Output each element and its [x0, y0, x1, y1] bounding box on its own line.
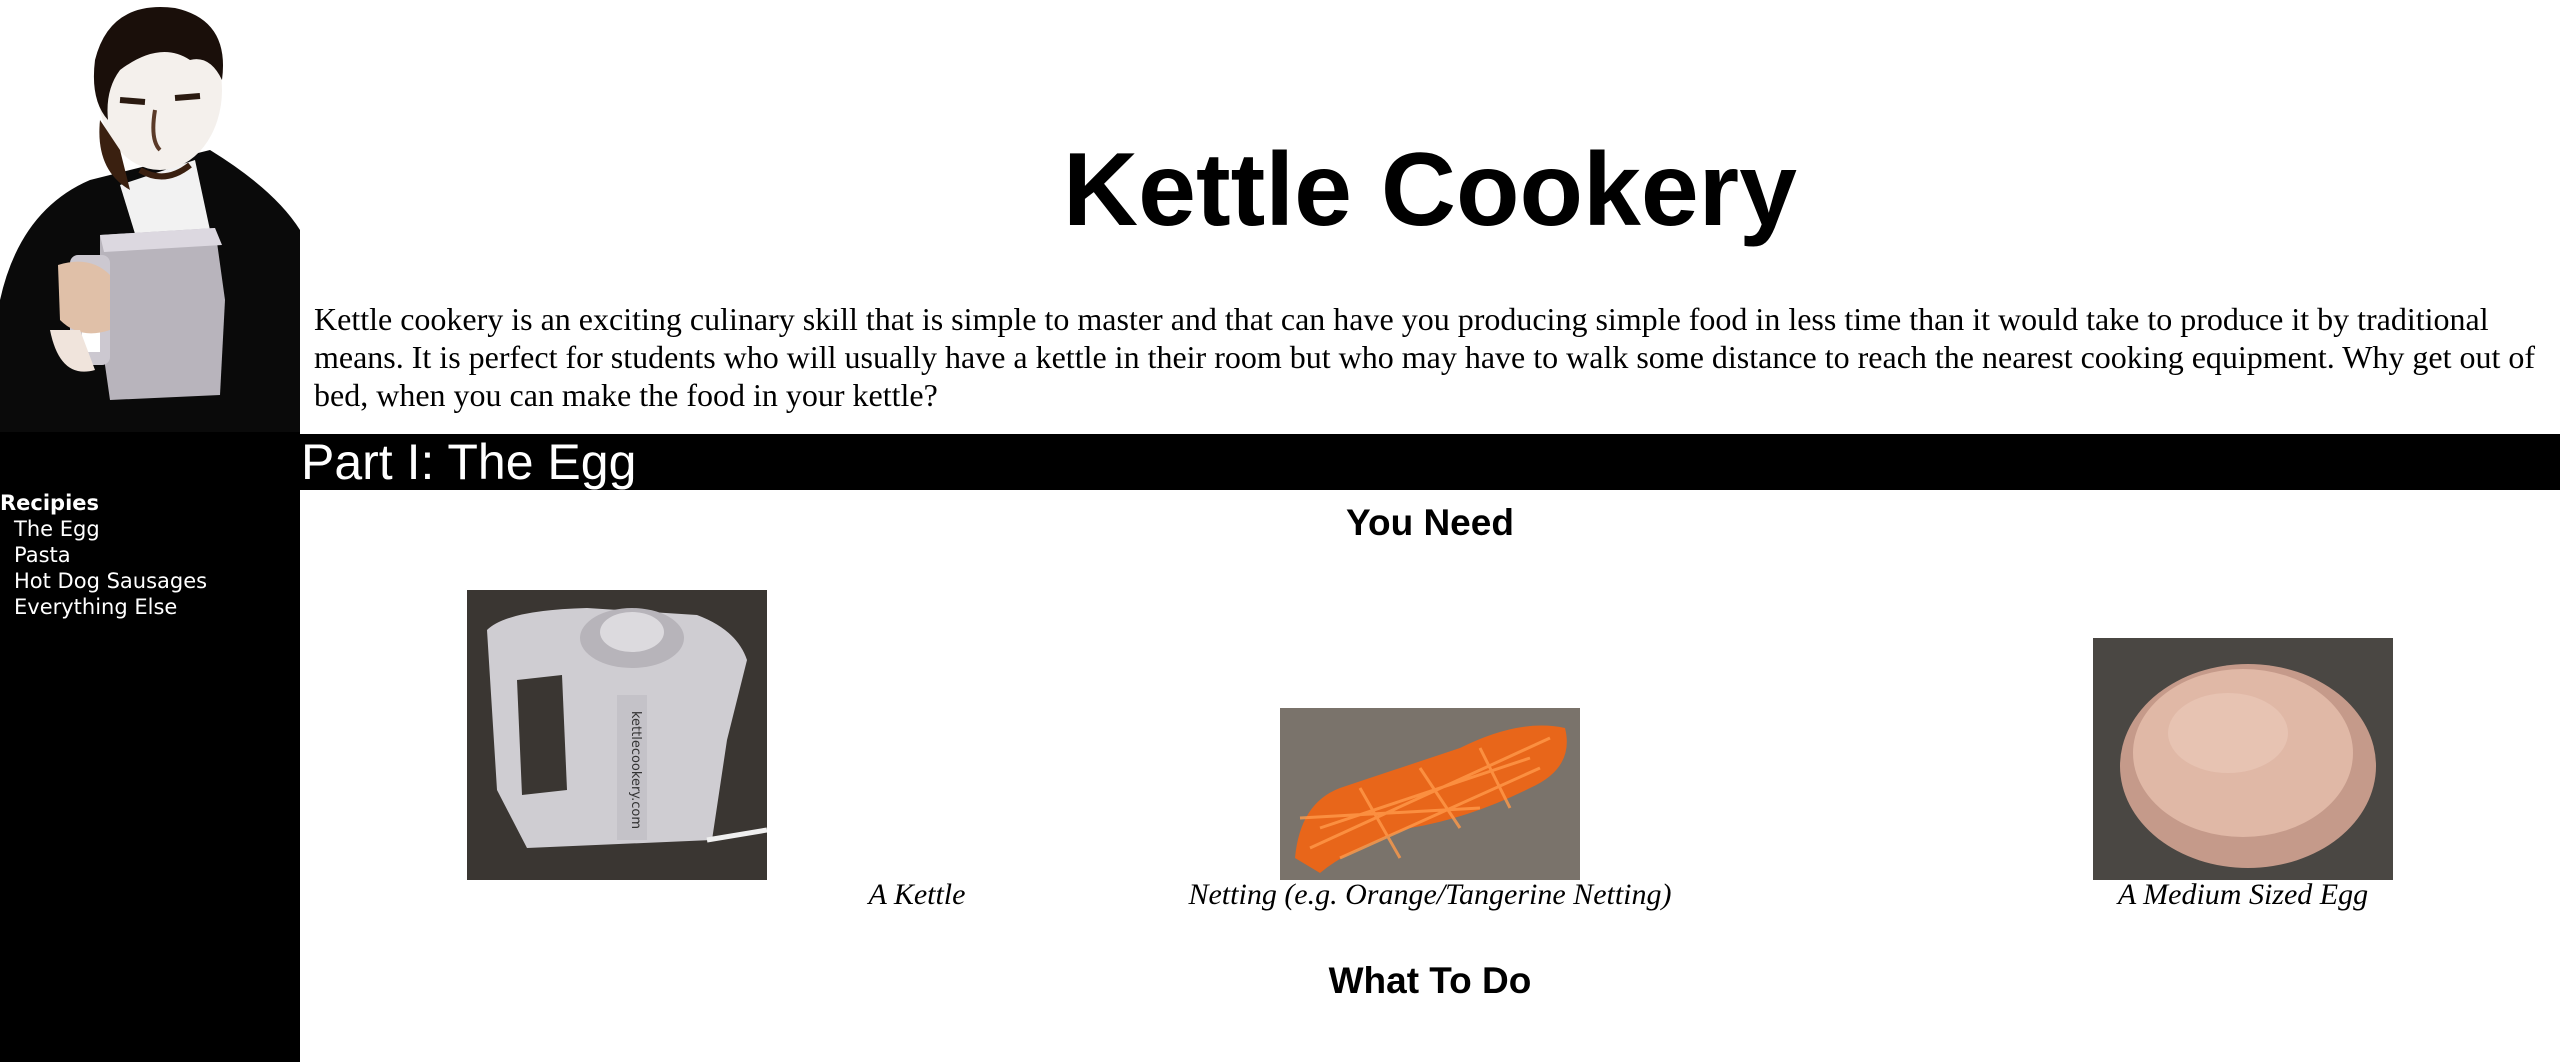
man-holding-kettle-photo: [0, 0, 300, 432]
recipes-nav: Recipies The Egg Pasta Hot Dog Sausages …: [0, 490, 300, 620]
recipes-heading: Recipies: [0, 491, 100, 515]
svg-text:kettlecookery.com: kettlecookery.com: [628, 711, 643, 829]
what-to-do-heading: What To Do: [1328, 960, 1532, 1001]
page-title: Kettle Cookery: [1063, 132, 1797, 248]
nav-item-everything-else[interactable]: Everything Else: [0, 594, 300, 620]
section-title: Part I: The Egg: [300, 434, 2560, 490]
main-content: Kettle Cookery Kettle cookery is an exci…: [300, 0, 2560, 1062]
egg-photo: [2093, 638, 2393, 880]
sidebar: Recipies The Egg Pasta Hot Dog Sausages …: [0, 0, 300, 1062]
nav-item-hot-dog-sausages[interactable]: Hot Dog Sausages: [0, 568, 300, 594]
you-need-heading: You Need: [1346, 502, 1514, 543]
egg-caption: A Medium Sized Egg: [2117, 878, 2369, 911]
nav-item-pasta[interactable]: Pasta: [0, 542, 300, 568]
kettle-photo: kettlecookery.com: [467, 590, 767, 880]
netting-caption: Netting (e.g. Orange/Tangerine Netting): [1188, 878, 1672, 911]
kettle-caption: A Kettle: [868, 878, 966, 911]
intro-paragraph: Kettle cookery is an exciting culinary s…: [314, 301, 2536, 413]
netting-photo: [1280, 708, 1580, 880]
nav-item-the-egg[interactable]: The Egg: [0, 516, 300, 542]
